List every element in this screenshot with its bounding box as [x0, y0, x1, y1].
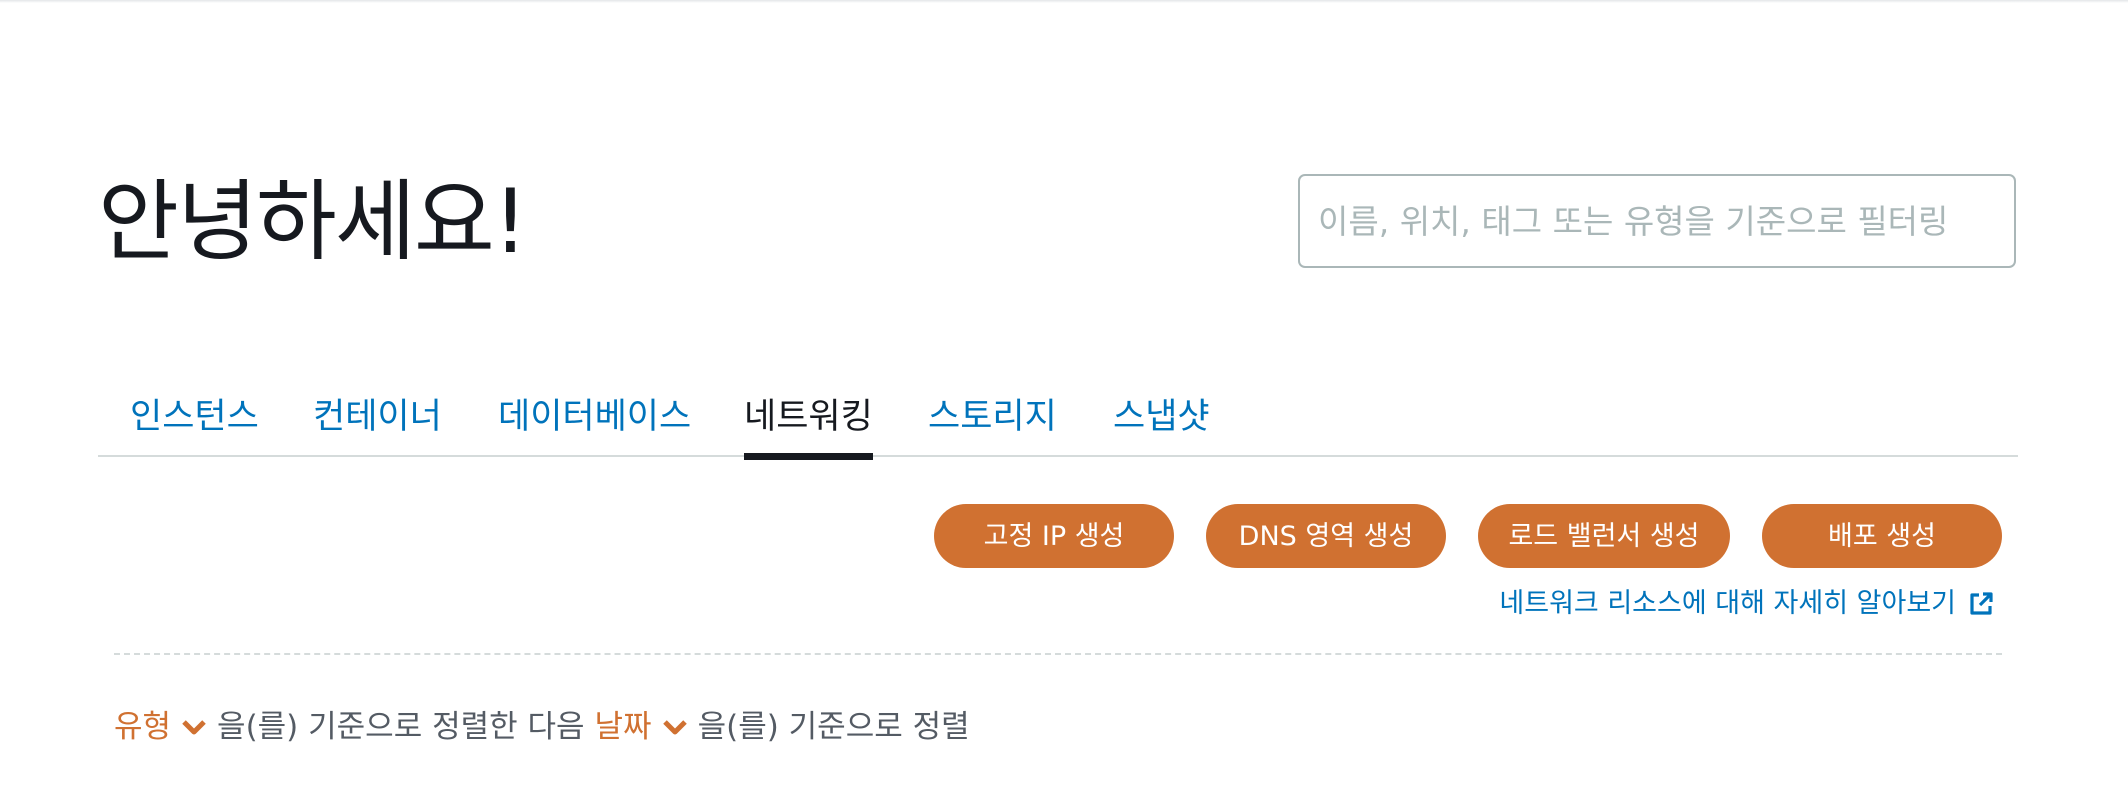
create-distribution-button[interactable]: 배포 생성: [1762, 504, 2002, 568]
create-static-ip-button[interactable]: 고정 IP 생성: [934, 504, 1174, 568]
sort-end-text: 을(를) 기준으로 정렬: [697, 709, 970, 745]
create-load-balancer-button[interactable]: 로드 밸런서 생성: [1478, 504, 1730, 568]
resource-tabs: 인스턴스 컨테이너 데이터베이스 네트워킹 스토리지 스냅샷: [98, 385, 2018, 460]
sort-secondary-select[interactable]: 날짜: [595, 705, 688, 749]
learn-networking-link[interactable]: 네트워크 리소스에 대해 자세히 알아보기: [1499, 585, 1994, 623]
tab-snapshots[interactable]: 스냅샷: [1113, 393, 1210, 441]
chevron-down-icon: [182, 720, 206, 735]
page-title: 안녕하세요!: [98, 170, 528, 273]
create-dns-zone-button[interactable]: DNS 영역 생성: [1206, 504, 1446, 568]
section-divider: [114, 653, 2002, 655]
learn-link-label: 네트워크 리소스에 대해 자세히 알아보기: [1499, 588, 1956, 619]
chevron-down-icon: [662, 720, 687, 735]
sort-primary-label: 유형: [114, 709, 172, 745]
sort-connector-text: 을(를) 기준으로 정렬한 다음: [217, 709, 585, 745]
top-border: [0, 0, 2128, 3]
tab-instances[interactable]: 인스턴스: [130, 393, 259, 441]
sort-secondary-label: 날짜: [594, 709, 652, 745]
search-input[interactable]: [1298, 174, 2016, 268]
sort-bar: 유형 을(를) 기준으로 정렬한 다음 날짜 을(를) 기준으로 정렬: [114, 705, 980, 749]
tab-containers[interactable]: 컨테이너: [313, 393, 442, 441]
tab-networking[interactable]: 네트워킹: [744, 393, 873, 460]
tab-databases[interactable]: 데이터베이스: [498, 393, 691, 441]
tab-storage[interactable]: 스토리지: [928, 393, 1057, 441]
sort-primary-select[interactable]: 유형: [114, 705, 207, 749]
external-link-icon: [1970, 592, 1993, 615]
